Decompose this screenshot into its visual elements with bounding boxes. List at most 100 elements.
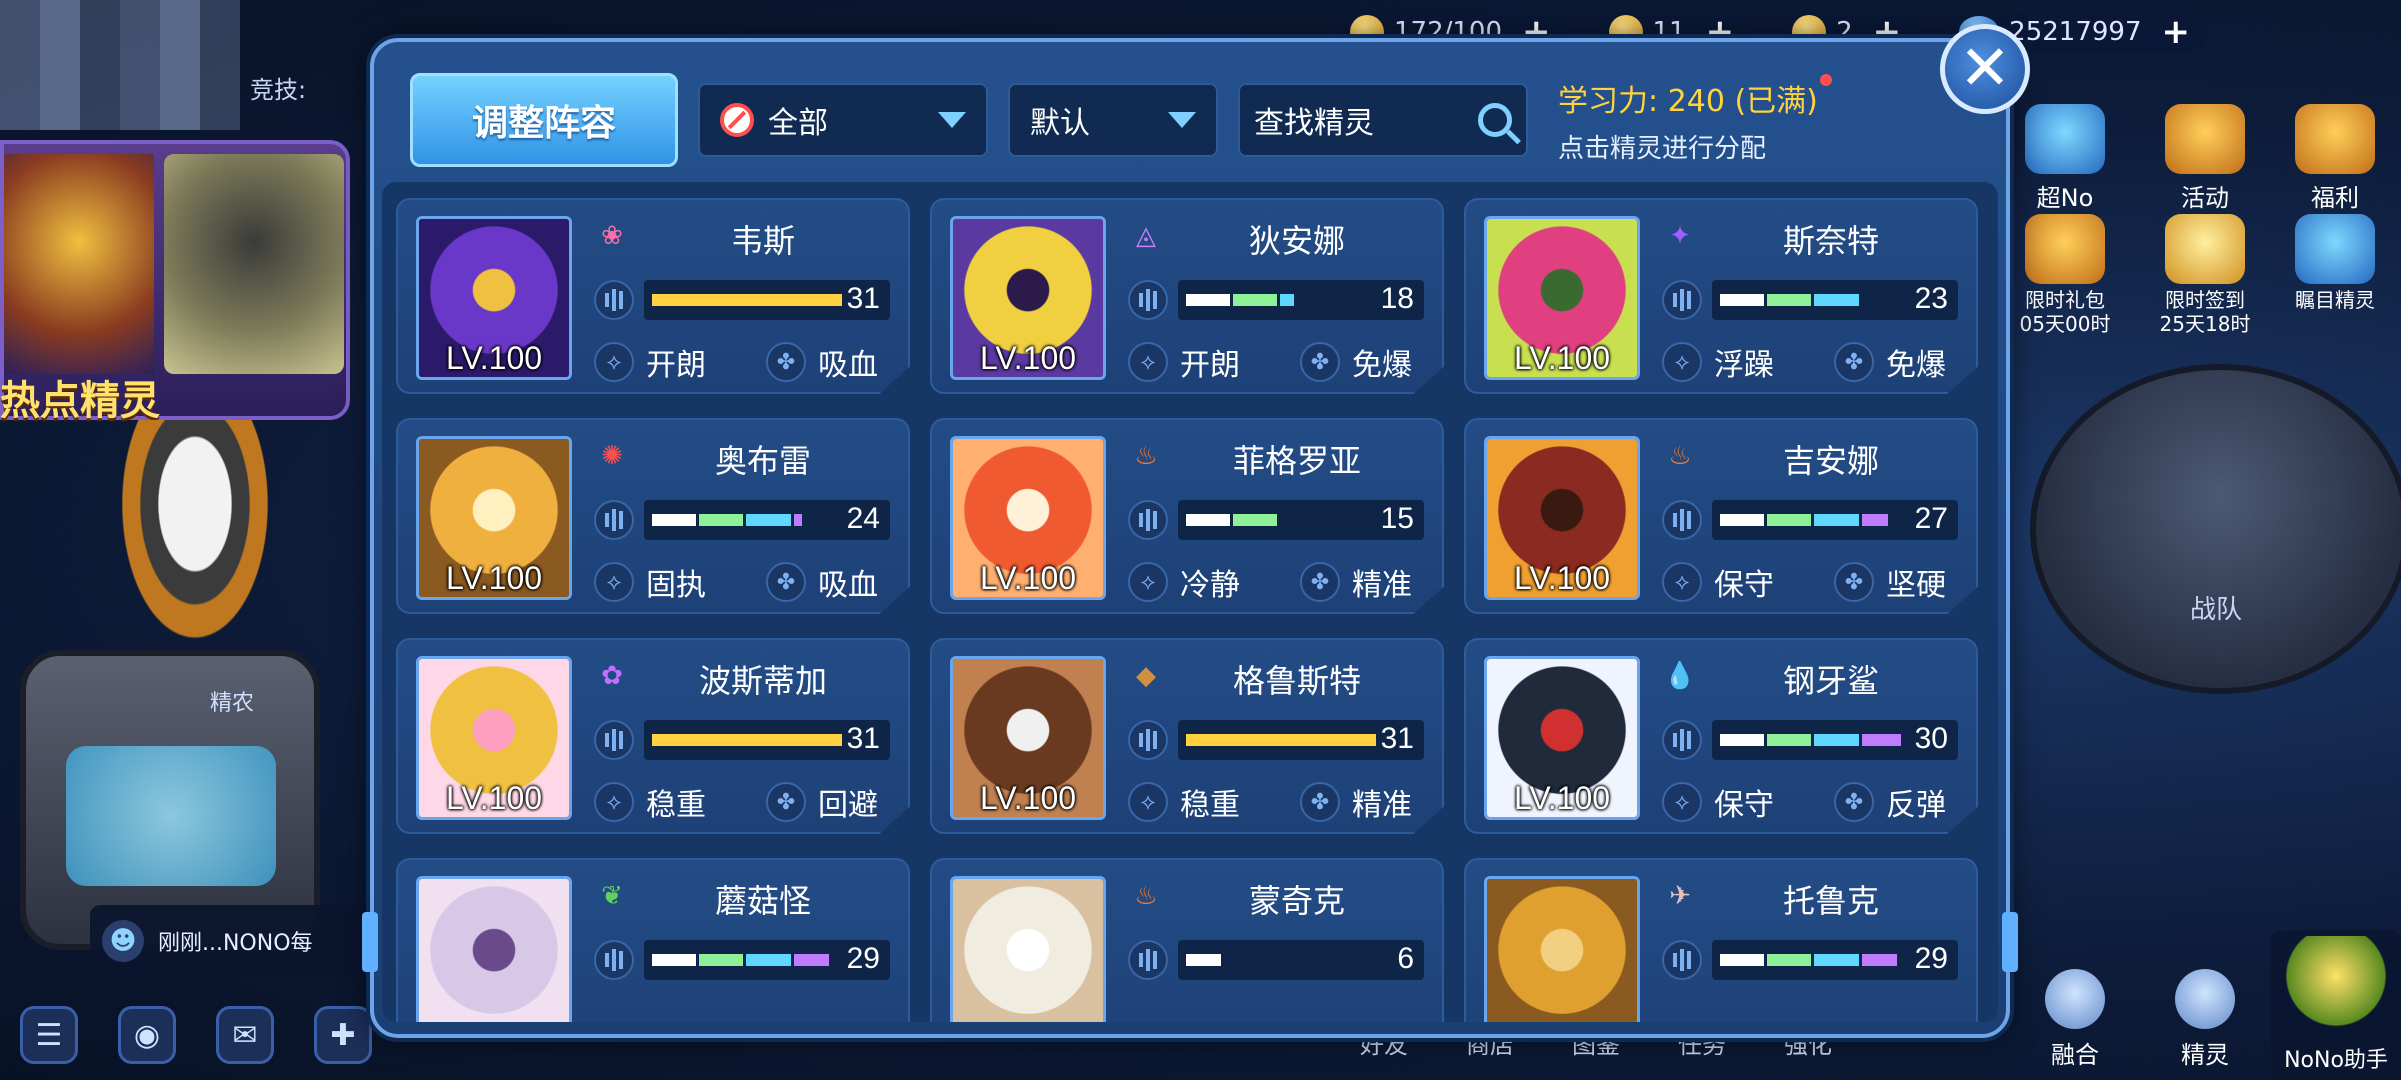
ability-icon: ✤: [1834, 562, 1874, 602]
element-type-icon: ✈: [1669, 881, 1691, 911]
learning-bar-segment: [1233, 294, 1278, 306]
left-scroll-tab[interactable]: [362, 912, 378, 972]
learning-power-text: 学习力: 240 (已满): [1558, 83, 1818, 119]
pet-ability-row: ✤ 精准: [1300, 560, 1412, 604]
pet-ability: 精准: [1352, 788, 1412, 823]
pet-card[interactable]: LV.100 ✺ 奥布雷 24 ⟡ 固执 ✤ 吸血: [396, 418, 910, 614]
element-type-icon: ◆: [1136, 661, 1156, 691]
pet-portrait[interactable]: LV.100: [1484, 436, 1640, 600]
pet-portrait[interactable]: LV.100: [416, 656, 572, 820]
pet-nature-row: ⟡ 稳重: [594, 780, 706, 824]
compass-icon[interactable]: ✚: [314, 1006, 372, 1064]
pet-level: LV.100: [979, 340, 1077, 376]
pet-card[interactable]: LV.100 ❀ 韦斯 31 ⟡ 开朗 ✤ 吸血: [396, 198, 910, 394]
pet-nature-row: ⟡ 保守: [1662, 560, 1774, 604]
pet-card[interactable]: ♨ 蒙奇克 6: [930, 858, 1444, 1022]
learning-bar-segment: [1186, 294, 1231, 306]
search-icon[interactable]: [1478, 103, 1512, 137]
chat-ticker[interactable]: ☻ 刚刚...NONO每: [90, 905, 390, 977]
right-scroll-tab[interactable]: [2002, 912, 2018, 972]
eye-icon[interactable]: ◉: [118, 1006, 176, 1064]
ability-icon: ✤: [1834, 342, 1874, 382]
activity-button[interactable]: 活动: [2150, 104, 2260, 213]
pet-card[interactable]: LV.100 💧 钢牙鲨 30 ⟡ 保守 ✤ 反弹: [1464, 638, 1978, 834]
timed-signin-label: 限时签到: [2165, 288, 2245, 312]
stats-icon: [1128, 940, 1168, 980]
chat-icon[interactable]: ☰: [20, 1006, 78, 1064]
pet-name: 狄安娜: [1248, 222, 1345, 260]
sort-selected: 默认: [1030, 106, 1090, 141]
learning-value: 27: [1914, 502, 1948, 535]
learning-progress: 31: [644, 720, 890, 760]
team-platform[interactable]: [2030, 364, 2401, 694]
pet-portrait[interactable]: [1484, 876, 1640, 1022]
learning-bar-segment: [746, 954, 791, 966]
pet-ability-row: ✤ 免爆: [1834, 340, 1946, 384]
pet-search-input[interactable]: 查找精灵: [1238, 83, 1528, 157]
pet-portrait[interactable]: LV.100: [416, 216, 572, 380]
mail-icon[interactable]: ✉: [216, 1006, 274, 1064]
learning-bar: [652, 734, 842, 746]
pet-level: LV.100: [445, 560, 543, 596]
pet-card[interactable]: LV.100 ♨ 吉安娜 27 ⟡ 保守 ✤ 坚硬: [1464, 418, 1978, 614]
pet-art: [1487, 879, 1637, 1022]
learning-bar-segment: [1720, 954, 1765, 966]
learning-bar-segment: [793, 514, 803, 526]
add-resource-button[interactable]: +: [2162, 12, 2191, 52]
adjust-lineup-button[interactable]: 调整阵容: [410, 73, 678, 167]
pet-ability: 免爆: [1886, 348, 1946, 383]
element-type-icon: ♨: [1134, 881, 1158, 911]
pet-card[interactable]: LV.100 ◆ 格鲁斯特 31 ⟡ 稳重 ✤ 精准: [930, 638, 1444, 834]
timed-signin-button[interactable]: 限时签到 25天18时: [2150, 214, 2260, 336]
learning-progress: 27: [1712, 500, 1958, 540]
pet-portrait[interactable]: LV.100: [950, 216, 1106, 380]
pet-portrait[interactable]: LV.100: [950, 436, 1106, 600]
pet-portrait[interactable]: [950, 876, 1106, 1022]
pet-card[interactable]: LV.100 ✿ 波斯蒂加 31 ⟡ 稳重 ✤ 回避: [396, 638, 910, 834]
robot-character[interactable]: [110, 420, 280, 660]
welfare-button[interactable]: 福利: [2280, 104, 2390, 213]
learning-bar-segment: [652, 954, 697, 966]
resource-value: 25217997: [2009, 17, 2142, 47]
pets-button[interactable]: 精灵: [2175, 969, 2235, 1070]
element-type-icon: ✦: [1669, 221, 1691, 251]
timed-pack-button[interactable]: 限时礼包 05天00时: [2010, 214, 2120, 336]
featured-pet-button[interactable]: 瞩目精灵: [2280, 214, 2390, 312]
ability-icon: ✤: [766, 342, 806, 382]
pet-level: LV.100: [1513, 560, 1611, 596]
pet-portrait[interactable]: LV.100: [1484, 656, 1640, 820]
learning-value: 15: [1380, 502, 1414, 535]
learning-bar: [652, 294, 842, 306]
learning-power-line: 学习力: 240 (已满): [1558, 73, 1832, 120]
learning-bar-segment: [1720, 514, 1765, 526]
pet-card[interactable]: ✈ 托鲁克 29: [1464, 858, 1978, 1022]
super-no-button[interactable]: 超No: [2010, 104, 2120, 213]
sort-dropdown[interactable]: 默认: [1008, 83, 1218, 157]
nature-icon: ⟡: [594, 342, 634, 382]
close-button[interactable]: ✕: [1940, 24, 2030, 114]
learning-bar-segment: [1814, 954, 1859, 966]
pet-grid-scroll[interactable]: LV.100 ❀ 韦斯 31 ⟡ 开朗 ✤ 吸血 LV.100 ◬ 狄安娜 18 ⟡ 开朗 ✤ 免爆 LV.10…: [382, 182, 1998, 1022]
fusion-button[interactable]: 融合: [2045, 969, 2105, 1070]
pet-card[interactable]: LV.100 ♨ 菲格罗亚 15 ⟡ 冷静 ✤ 精准: [930, 418, 1444, 614]
ability-icon: ✤: [1834, 782, 1874, 822]
nono-helper-button[interactable]: NoNo助手: [2271, 930, 2401, 1080]
learning-bar-fill: [1186, 734, 1376, 746]
pet-portrait[interactable]: LV.100: [1484, 216, 1640, 380]
pet-card[interactable]: LV.100 ◬ 狄安娜 18 ⟡ 开朗 ✤ 免爆: [930, 198, 1444, 394]
pet-nature-row: ⟡ 浮躁: [1662, 340, 1774, 384]
learning-progress: 31: [1178, 720, 1424, 760]
learning-value: 18: [1380, 282, 1414, 315]
pet-card[interactable]: LV.100 ✦ 斯奈特 23 ⟡ 浮躁 ✤ 免爆: [1464, 198, 1978, 394]
pet-card[interactable]: ❦ 蘑菇怪 29: [396, 858, 910, 1022]
ability-icon: ✤: [766, 562, 806, 602]
pet-portrait[interactable]: LV.100: [416, 436, 572, 600]
player-avatar[interactable]: [0, 0, 240, 130]
pet-portrait[interactable]: LV.100: [950, 656, 1106, 820]
filter-dropdown[interactable]: 全部: [698, 83, 988, 157]
learning-bar: [1186, 514, 1376, 526]
pet-portrait[interactable]: [416, 876, 572, 1022]
learning-bar-segment: [699, 514, 744, 526]
nature-icon: ⟡: [1662, 342, 1702, 382]
nature-icon: ⟡: [1128, 782, 1168, 822]
